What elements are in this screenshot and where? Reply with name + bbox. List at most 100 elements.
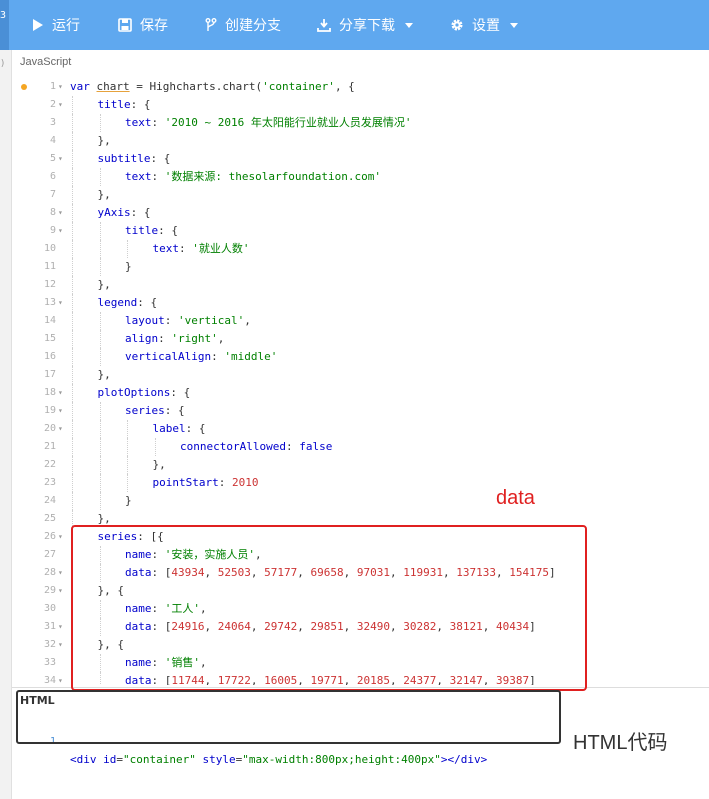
fold-arrow-icon[interactable]: ▾	[58, 564, 66, 582]
fold-arrow-icon[interactable]: ▾	[58, 582, 66, 600]
code-line[interactable]: 6 text: '数据来源: thesolarfoundation.com'	[12, 168, 709, 186]
line-number: 25	[43, 513, 56, 524]
left-side-gutter	[0, 50, 12, 799]
indent-guide	[99, 330, 101, 348]
indent-guide	[72, 222, 73, 240]
code-token: "container"	[123, 753, 196, 766]
fold-arrow-icon[interactable]: ▾	[58, 78, 66, 96]
code-token: :	[164, 314, 178, 327]
indent-guide	[72, 330, 73, 348]
code-token: title	[97, 98, 131, 111]
indent-guide	[99, 258, 101, 276]
line-number: 17	[43, 369, 56, 380]
line-number: 21	[43, 441, 56, 452]
code-text: text: '就业人数'	[153, 240, 250, 258]
indent-guide	[72, 492, 73, 510]
indent-guide	[127, 456, 128, 474]
indent-guide	[99, 456, 101, 474]
code-line[interactable]: 4},	[12, 132, 709, 150]
code-token: 2010	[231, 476, 259, 489]
code-line[interactable]: 3 text: '2010 ~ 2016 年太阳能行业就业人员发展情况'	[12, 114, 709, 132]
code-line[interactable]: 16 verticalAlign: 'middle'	[12, 348, 709, 366]
indent-guide	[99, 168, 101, 186]
code-line[interactable]: 9 ▾ title: {	[12, 222, 709, 240]
code-line[interactable]: 15 align: 'right',	[12, 330, 709, 348]
indent-guide	[72, 438, 73, 456]
code-token: subtitle	[97, 152, 151, 165]
indent-guide	[72, 366, 73, 384]
code-line[interactable]: 8 ▾ yAxis: {	[12, 204, 709, 222]
fold-arrow-icon[interactable]: ▾	[58, 528, 66, 546]
code-token: yAxis	[97, 206, 131, 219]
code-text: },	[98, 366, 111, 384]
indent-guide	[72, 150, 73, 168]
fold-arrow-icon[interactable]: ▾	[58, 294, 66, 312]
fold-arrow-icon[interactable]: ▾	[58, 150, 66, 168]
code-token: :	[158, 332, 172, 345]
indent-guide	[72, 294, 73, 312]
code-text: verticalAlign: 'middle'	[125, 348, 277, 366]
code-text: }	[125, 492, 132, 510]
fold-arrow-icon[interactable]: ▾	[58, 204, 66, 222]
code-token: label	[152, 422, 186, 435]
fold-arrow-icon[interactable]: ▾	[58, 402, 66, 420]
run-button[interactable]: 运行	[32, 13, 80, 37]
code-line[interactable]: 18 ▾ plotOptions: {	[12, 384, 709, 402]
line-number: 6	[49, 171, 56, 182]
code-line[interactable]: 7},	[12, 186, 709, 204]
code-token: text	[125, 116, 152, 129]
settings-menu[interactable]: 设置	[450, 13, 518, 37]
code-line[interactable]: 23 pointStart: 2010	[12, 474, 709, 492]
code-token: : {	[137, 296, 158, 309]
code-line[interactable]: 22},	[12, 456, 709, 474]
code-line[interactable]: 11}	[12, 258, 709, 276]
code-token: :	[151, 116, 165, 129]
code-line[interactable]: 1 ▾ var chart = Highcharts.chart('containe…	[12, 78, 709, 96]
code-token: 'middle'	[224, 350, 278, 363]
line-number: 15	[43, 333, 56, 344]
fold-arrow-icon[interactable]: ▾	[58, 420, 66, 438]
indent-guide	[127, 420, 128, 438]
code-token: legend	[97, 296, 138, 309]
code-token: '2010 ~ 2016 年太阳能行业就业人员发展情况'	[164, 116, 412, 129]
code-text: },	[98, 276, 111, 294]
indent-guide	[72, 456, 73, 474]
fold-arrow-icon[interactable]: ▾	[58, 384, 66, 402]
code-line[interactable]: 21 connectorAllowed: false	[12, 438, 709, 456]
fold-arrow-icon[interactable]: ▾	[58, 222, 66, 240]
fold-arrow-icon[interactable]: ▾	[58, 96, 66, 114]
indent-guide	[72, 258, 73, 276]
code-token: },	[97, 512, 111, 525]
code-line[interactable]: 24}	[12, 492, 709, 510]
create-branch-button[interactable]: 创建分支	[205, 13, 281, 37]
line-number: 16	[43, 351, 56, 362]
fold-arrow-icon[interactable]: ▾	[58, 618, 66, 636]
code-text: plotOptions: {	[98, 384, 191, 402]
code-line[interactable]: 19 ▾ series: {	[12, 402, 709, 420]
code-text: legend: {	[98, 294, 158, 312]
line-number: 7	[49, 189, 56, 200]
fold-arrow-icon[interactable]: ▾	[58, 672, 66, 685]
code-token: pointStart	[152, 476, 219, 489]
floppy-disk-icon	[118, 18, 132, 32]
code-line[interactable]: 5 ▾ subtitle: {	[12, 150, 709, 168]
code-line[interactable]: 10 text: '就业人数'	[12, 240, 709, 258]
code-line[interactable]: 13 ▾ legend: {	[12, 294, 709, 312]
indent-guide	[99, 474, 101, 492]
code-line[interactable]: 2 ▾ title: {	[12, 96, 709, 114]
code-line[interactable]: 20 ▾ label: {	[12, 420, 709, 438]
fold-arrow-icon[interactable]: ▾	[58, 636, 66, 654]
share-download-menu[interactable]: 分享下载	[317, 13, 413, 37]
code-text: text: '数据来源: thesolarfoundation.com'	[125, 168, 381, 186]
code-token: id	[103, 753, 117, 766]
line-number: 22	[43, 459, 56, 470]
line-number: 20	[43, 423, 56, 434]
indent-guide	[127, 438, 128, 456]
settings-label: 设置	[472, 18, 500, 34]
code-token: var	[70, 80, 97, 93]
code-line[interactable]: 17},	[12, 366, 709, 384]
code-line[interactable]: 14 layout: 'vertical',	[12, 312, 709, 330]
indent-guide	[72, 132, 73, 150]
code-line[interactable]: 12},	[12, 276, 709, 294]
save-button[interactable]: 保存	[118, 13, 168, 37]
